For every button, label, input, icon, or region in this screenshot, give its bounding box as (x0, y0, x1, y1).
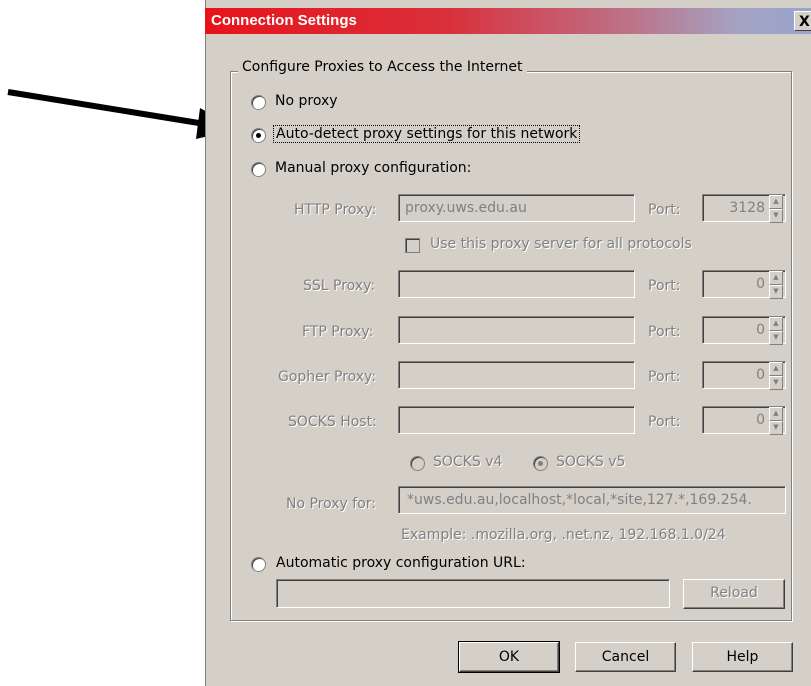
no-proxy-radio[interactable] (251, 95, 266, 110)
close-icon: X (799, 14, 810, 30)
socks-v5-radio[interactable] (533, 456, 548, 471)
ssl-port-label: Port: (648, 278, 681, 294)
ftp-proxy-label: FTP Proxy: (302, 324, 374, 340)
cancel-button[interactable]: Cancel (575, 642, 676, 672)
manual-proxy-radio[interactable] (251, 162, 266, 177)
use-all-protocols-checkbox[interactable] (405, 238, 420, 253)
no-proxy-for-input[interactable]: *uws.edu.au,localhost,*local,*site,127.*… (398, 486, 786, 514)
ftp-port-spinner[interactable]: ▲ ▼ (769, 317, 783, 345)
socks-port-spinner[interactable]: ▲ ▼ (769, 407, 783, 435)
use-all-protocols-label: Use this proxy server for all protocols (430, 236, 692, 252)
ftp-port-label: Port: (648, 324, 681, 340)
gopher-proxy-input[interactable] (398, 361, 635, 389)
dialog-title: Connection Settings (211, 12, 357, 29)
socks-host-input[interactable] (398, 406, 635, 434)
no-proxy-for-label: No Proxy for: (286, 496, 377, 512)
gopher-port-label: Port: (648, 369, 681, 385)
auto-detect-label: Auto-detect proxy settings for this netw… (273, 125, 581, 143)
socks-host-label: SOCKS Host: (288, 414, 377, 430)
reload-button[interactable]: Reload (683, 579, 785, 609)
socks-v4-label: SOCKS v4 (433, 454, 503, 470)
ssl-port-spinner[interactable]: ▲ ▼ (769, 271, 783, 299)
ssl-proxy-label: SSL Proxy: (303, 278, 376, 294)
socks-v5-label: SOCKS v5 (556, 454, 626, 470)
socks-port-label: Port: (648, 414, 681, 430)
no-proxy-label: No proxy (275, 93, 338, 109)
ok-button[interactable]: OK (458, 641, 560, 673)
group-legend: Configure Proxies to Access the Internet (238, 59, 527, 75)
auto-url-radio[interactable] (251, 557, 266, 572)
socks-v4-radio[interactable] (410, 456, 425, 471)
ssl-proxy-input[interactable] (398, 270, 635, 298)
ftp-proxy-input[interactable] (398, 316, 635, 344)
http-port-label: Port: (648, 202, 681, 218)
manual-proxy-label: Manual proxy configuration: (275, 160, 472, 176)
gopher-port-spinner[interactable]: ▲ ▼ (769, 362, 783, 390)
help-button[interactable]: Help (692, 642, 793, 672)
auto-url-input[interactable] (276, 579, 670, 608)
http-proxy-label: HTTP Proxy: (294, 202, 377, 218)
auto-detect-radio[interactable] (251, 128, 266, 143)
close-button[interactable]: X (794, 11, 811, 31)
http-proxy-input[interactable]: proxy.uws.edu.au (398, 194, 635, 222)
no-proxy-example: Example: .mozilla.org, .net.nz, 192.168.… (401, 527, 726, 543)
auto-url-label: Automatic proxy configuration URL: (276, 555, 526, 571)
http-port-spinner[interactable]: ▲ ▼ (769, 195, 783, 223)
gopher-proxy-label: Gopher Proxy: (278, 369, 377, 385)
